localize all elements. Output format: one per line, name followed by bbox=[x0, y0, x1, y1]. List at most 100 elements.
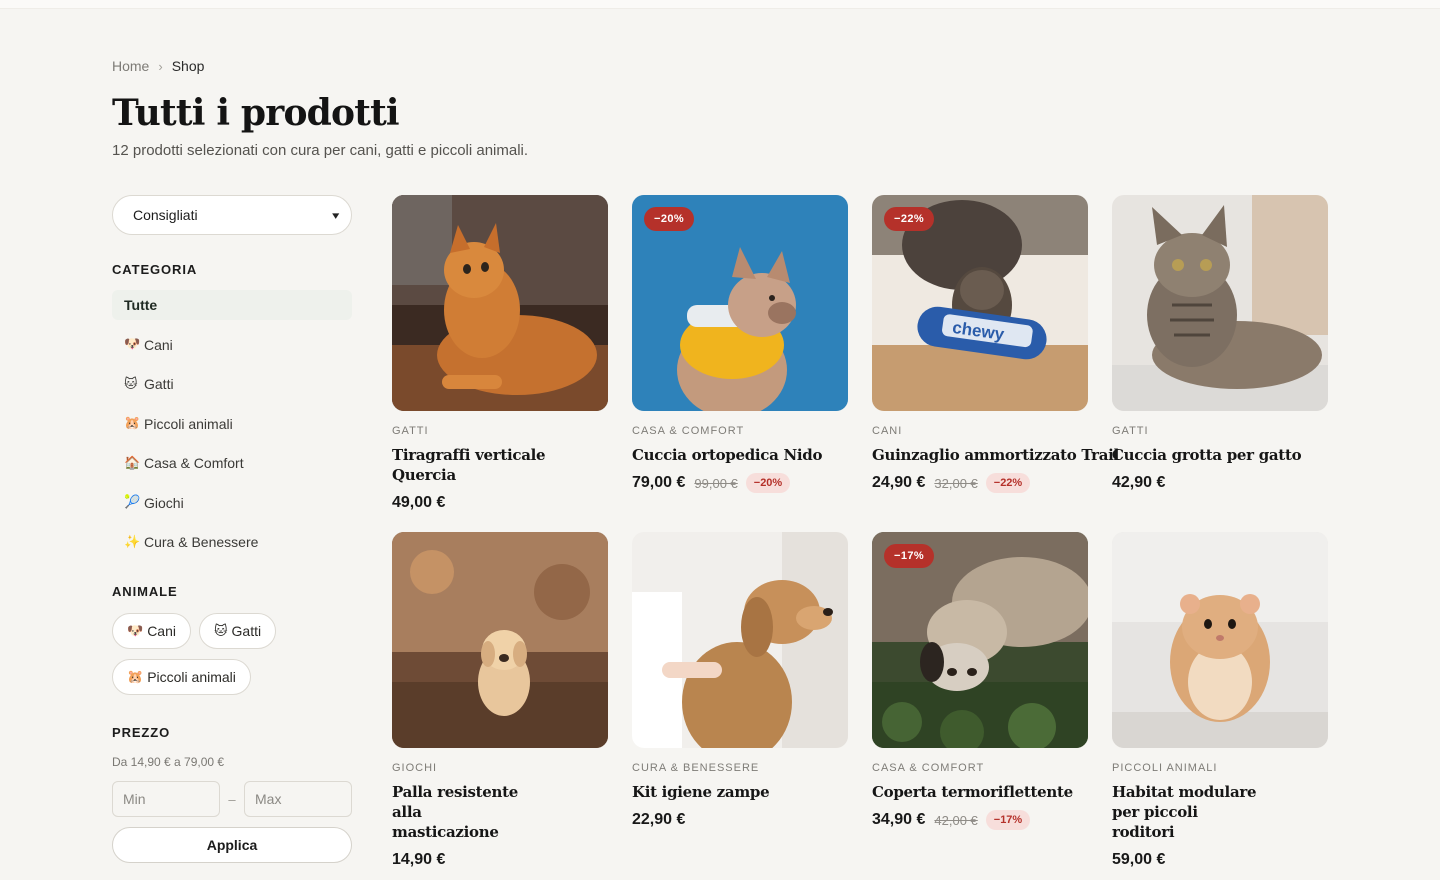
price-row: 24,90 € 32,00 € −22% bbox=[872, 472, 1088, 494]
category-item-3[interactable]: 🐹 Piccoli animali bbox=[112, 409, 352, 439]
product-price: 22,90 € bbox=[632, 811, 686, 828]
price-dash: – bbox=[228, 791, 236, 807]
animal-chip-label: Gatti bbox=[231, 623, 262, 639]
category-item-0[interactable]: Tutte bbox=[112, 290, 352, 320]
puppy-running-photo bbox=[392, 532, 608, 748]
category-item-1[interactable]: 🐶 Cani bbox=[112, 330, 352, 360]
golden-retriever-photo bbox=[632, 532, 848, 748]
product-price: 14,90 € bbox=[392, 851, 446, 868]
product-category: CASA & COMFORT bbox=[632, 425, 745, 437]
animal-chip-label: Cani bbox=[147, 623, 176, 639]
product-old-price: 99,00 € bbox=[694, 475, 738, 491]
category-item-6[interactable]: ✨ Cura & Benessere bbox=[112, 527, 352, 557]
product-name[interactable]: Palla resistente alla masticazione bbox=[392, 782, 522, 842]
product-category: CURA & BENESSERE bbox=[632, 762, 760, 774]
category-label: Cani bbox=[144, 336, 173, 353]
breadcrumb-current: Shop bbox=[171, 58, 205, 74]
product-card[interactable]: chewy −22% CANI Guinzaglio ammortizzato Tra… bbox=[872, 195, 1119, 494]
product-price: 24,90 € bbox=[872, 474, 926, 491]
price-range-text: Da 14,90 € a 79,00 € bbox=[112, 755, 225, 769]
price-min-input[interactable]: Min bbox=[112, 781, 220, 817]
discount-badge: −22% bbox=[884, 207, 935, 231]
product-card[interactable]: CURA & BENESSERE Kit igiene zampe 22,90 € bbox=[632, 532, 848, 831]
chevron-down-icon: ▾ bbox=[332, 209, 340, 222]
breadcrumb-separator-icon: › bbox=[158, 58, 163, 74]
category-item-4[interactable]: 🏠 Casa & Comfort bbox=[112, 448, 352, 478]
breadcrumb-home-link[interactable]: Home bbox=[112, 58, 149, 74]
product-old-price: 42,00 € bbox=[934, 812, 978, 828]
product-category: CANI bbox=[872, 425, 903, 437]
page-wrapper: Home › Shop Tutti i prodotti 12 prodotti… bbox=[112, 56, 1328, 868]
price-row: 59,00 € bbox=[1112, 849, 1328, 871]
product-image[interactable]: −20% bbox=[632, 195, 848, 411]
product-name[interactable]: Tiragraffi verticale Quercia bbox=[392, 445, 582, 485]
price-row: 42,90 € bbox=[1112, 472, 1328, 494]
price-row: 49,00 € bbox=[392, 492, 608, 514]
filter-sidebar: Consigliati ▾ CATEGORIA Tutte 🐶 Cani 🐱 Gatti… bbox=[112, 195, 352, 863]
product-image[interactable]: chewy −22% bbox=[872, 195, 1088, 411]
category-emoji-icon: 🏠 bbox=[124, 455, 141, 471]
category-emoji-icon: ✨ bbox=[124, 534, 141, 550]
product-card[interactable]: GIOCHI Palla resistente alla masticazione… bbox=[392, 532, 608, 871]
product-price: 79,00 € bbox=[632, 474, 686, 491]
animal-chip-0[interactable]: 🐶 Cani bbox=[112, 613, 191, 649]
category-label: Casa & Comfort bbox=[144, 455, 244, 471]
product-image[interactable] bbox=[1112, 532, 1328, 748]
price-max-input[interactable]: Max bbox=[244, 781, 352, 817]
product-name[interactable]: Kit igiene zampe bbox=[632, 782, 822, 802]
category-item-5[interactable]: 🎾 Giochi bbox=[112, 488, 352, 518]
price-row: 22,90 € bbox=[632, 809, 848, 831]
animal-chips: 🐶 Cani 🐱 Gatti 🐹 Piccoli animali bbox=[112, 613, 352, 695]
price-inputs: Min – Max bbox=[112, 781, 352, 817]
apply-price-button[interactable]: Applica bbox=[112, 827, 352, 863]
product-name[interactable]: Guinzaglio ammortizzato Trail bbox=[872, 445, 1119, 465]
sort-selected-value: Consigliati bbox=[133, 207, 198, 223]
product-card[interactable]: GATTI Cuccia grotta per gatto 42,90 € bbox=[1112, 195, 1328, 494]
animal-chip-1[interactable]: 🐱 Gatti bbox=[198, 613, 277, 649]
category-emoji-icon: 🐱 bbox=[124, 376, 138, 392]
product-name[interactable]: Coperta termoriflettente bbox=[872, 782, 1088, 802]
animal-emoji-icon: 🐹 bbox=[127, 669, 144, 685]
category-item-2[interactable]: 🐱 Gatti bbox=[112, 369, 352, 399]
product-category: GIOCHI bbox=[392, 762, 438, 774]
category-label: Piccoli animali bbox=[144, 415, 233, 432]
animal-heading: ANIMALE bbox=[112, 584, 178, 599]
page-title: Tutti i prodotti bbox=[112, 92, 400, 134]
product-image[interactable] bbox=[1112, 195, 1328, 411]
product-image[interactable]: −17% bbox=[872, 532, 1088, 748]
discount-pill: −17% bbox=[985, 810, 1031, 830]
breadcrumb: Home › Shop bbox=[112, 56, 1328, 76]
product-category: CASA & COMFORT bbox=[872, 762, 985, 774]
product-category: GATTI bbox=[392, 425, 429, 437]
category-emoji-icon: 🎾 bbox=[124, 495, 141, 510]
category-heading: CATEGORIA bbox=[112, 262, 198, 277]
product-old-price: 32,00 € bbox=[934, 475, 978, 491]
product-name[interactable]: Cuccia ortopedica Nido bbox=[632, 445, 848, 465]
category-label: Giochi bbox=[144, 494, 184, 511]
price-row: 14,90 € bbox=[392, 849, 608, 871]
product-image[interactable] bbox=[392, 195, 608, 411]
animal-chip-2[interactable]: 🐹 Piccoli animali bbox=[112, 659, 251, 695]
product-card[interactable]: PICCOLI ANIMALI Habitat modulare per picc… bbox=[1112, 532, 1328, 871]
category-label: Cura & Benessere bbox=[144, 534, 259, 550]
product-price: 59,00 € bbox=[1112, 851, 1166, 868]
page-subtitle: 12 prodotti selezionati con cura per can… bbox=[112, 142, 529, 159]
product-name[interactable]: Habitat modulare per piccoli roditori bbox=[1112, 782, 1262, 842]
product-card[interactable]: −17% CASA & COMFORT Coperta termorifletten… bbox=[872, 532, 1088, 831]
price-row: 79,00 € 99,00 € −20% bbox=[632, 472, 848, 494]
product-image[interactable] bbox=[392, 532, 608, 748]
sort-select[interactable]: Consigliati ▾ bbox=[112, 195, 352, 235]
category-emoji-icon: 🐶 bbox=[124, 337, 141, 352]
product-name[interactable]: Cuccia grotta per gatto bbox=[1112, 445, 1302, 465]
category-list: Tutte 🐶 Cani 🐱 Gatti 🐹 Piccoli animali 🏠 Casa & … bbox=[112, 290, 352, 557]
product-image[interactable] bbox=[632, 532, 848, 748]
discount-badge: −17% bbox=[884, 544, 935, 568]
category-emoji-icon: 🐹 bbox=[124, 416, 141, 431]
product-card[interactable]: −20% CASA & COMFORT Cuccia ortopedica Nido… bbox=[632, 195, 848, 494]
product-price: 42,90 € bbox=[1112, 474, 1166, 491]
price-row: 34,90 € 42,00 € −17% bbox=[872, 809, 1088, 831]
product-card[interactable]: GATTI Tiragraffi verticale Quercia 49,00 € bbox=[392, 195, 608, 514]
price-heading: PREZZO bbox=[112, 725, 171, 740]
category-label: Tutte bbox=[124, 297, 158, 313]
product-category: PICCOLI ANIMALI bbox=[1112, 762, 1218, 774]
